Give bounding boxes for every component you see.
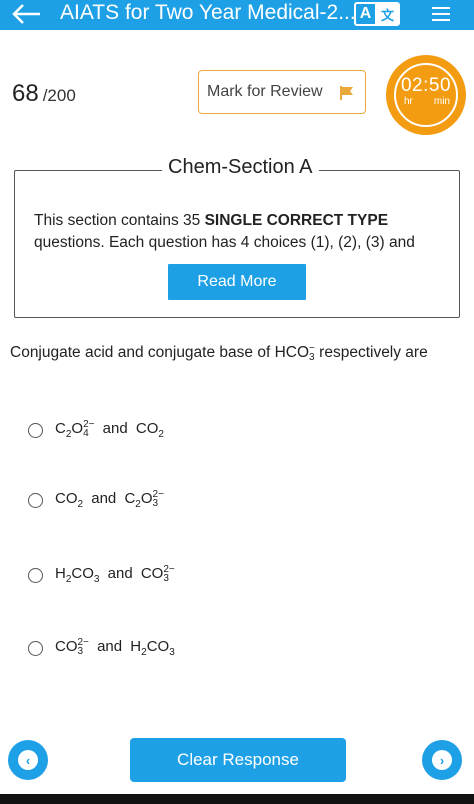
option-subscript: 2 — [158, 429, 164, 440]
question-ion: HCO −3 — [274, 344, 315, 363]
option-conjunction: and — [102, 420, 128, 437]
option-3-text: H2CO3 and CO 2− 3 — [55, 565, 175, 585]
option-text-part: C — [55, 420, 66, 437]
app-title: AIATS for Two Year Medical-2... — [60, 1, 356, 24]
timer-min-label: min — [433, 96, 450, 107]
option-4[interactable]: CO 2− 3 and H2CO3 — [28, 638, 175, 658]
translate-button[interactable]: A 文 — [354, 2, 400, 26]
option-subscript: 3 — [163, 573, 169, 585]
option-conjunction: and — [107, 565, 133, 582]
option-text-part: CO — [146, 638, 170, 655]
previous-question-button[interactable]: ‹ — [8, 740, 48, 780]
option-conjunction: and — [97, 638, 123, 655]
next-question-button[interactable]: › — [422, 740, 462, 780]
option-2[interactable]: CO2 and C2O 2− 3 — [28, 490, 164, 510]
mark-for-review-button[interactable]: Mark for Review — [198, 70, 366, 114]
option-text-part: CO — [55, 490, 78, 507]
question-ion-sub: 3 — [309, 352, 315, 363]
read-more-button[interactable]: Read More — [168, 264, 306, 300]
option-1-text: C2O 2− 4 and CO2 — [55, 420, 164, 440]
option-text-part: CO — [135, 420, 159, 437]
chevron-right-icon: › — [432, 750, 452, 770]
option-subscript: 2 — [77, 499, 84, 510]
question-counter: 68/200 — [12, 80, 76, 108]
timer-ring: 02:50 hr min — [394, 63, 458, 127]
question-total: /200 — [42, 86, 76, 105]
radio-button[interactable] — [28, 567, 43, 583]
option-text-part: O — [140, 490, 153, 507]
section-desc-bold: SINGLE CORRECT TYPE — [204, 212, 389, 229]
option-text-part: CO — [71, 565, 94, 582]
question-suffix: respectively are — [314, 344, 428, 362]
option-text-part: H — [130, 638, 142, 655]
option-subscript: 3 — [152, 498, 159, 510]
question-text: Conjugate acid and conjugate base of HCO… — [10, 344, 466, 363]
app-bar: AIATS for Two Year Medical-2... A 文 — [0, 0, 474, 30]
flag-icon — [340, 86, 353, 100]
option-2-text: CO2 and C2O 2− 3 — [55, 490, 164, 510]
radio-button[interactable] — [28, 422, 43, 438]
section-title: Chem-Section A — [162, 156, 319, 179]
option-1[interactable]: C2O 2− 4 and CO2 — [28, 420, 164, 440]
radio-button[interactable] — [28, 492, 43, 508]
option-subscript: 3 — [93, 574, 100, 585]
option-text-part: H — [55, 565, 66, 582]
option-conjunction: and — [91, 490, 117, 507]
question-ion-base: HCO — [274, 344, 310, 362]
timer-hr-label: hr — [404, 96, 413, 107]
translate-latin-glyph: A — [356, 4, 378, 24]
option-3[interactable]: H2CO3 and CO 2− 3 — [28, 565, 175, 585]
back-arrow-icon[interactable] — [6, 0, 46, 30]
section-description: This section contains 35 SINGLE CORRECT … — [34, 210, 434, 254]
chevron-left-icon: ‹ — [18, 750, 38, 770]
system-nav-strip — [0, 794, 474, 804]
timer-units: hr min — [396, 96, 456, 107]
option-text-part: O — [71, 420, 84, 437]
section-desc-suffix: questions. Each question has 4 choices (… — [34, 234, 415, 251]
option-subscript: 4 — [83, 428, 89, 440]
option-text-part: CO — [55, 638, 78, 655]
translate-cjk-glyph: 文 — [377, 4, 398, 24]
timer: 02:50 hr min — [386, 55, 466, 135]
option-subscript: 3 — [169, 647, 175, 658]
section-desc-prefix: This section contains 35 — [34, 212, 205, 229]
option-4-text: CO 2− 3 and H2CO3 — [55, 638, 175, 658]
mark-for-review-label: Mark for Review — [207, 83, 323, 100]
hamburger-menu-icon[interactable] — [430, 3, 452, 25]
radio-button[interactable] — [28, 640, 43, 656]
option-text-part: CO — [140, 565, 164, 582]
clear-response-button[interactable]: Clear Response — [130, 738, 346, 782]
timer-value: 02:50 — [400, 75, 452, 96]
question-number: 68 — [12, 80, 39, 107]
option-text-part: C — [124, 490, 136, 507]
option-subscript: 3 — [77, 646, 84, 658]
question-prefix: Conjugate acid and conjugate base of — [10, 344, 275, 362]
